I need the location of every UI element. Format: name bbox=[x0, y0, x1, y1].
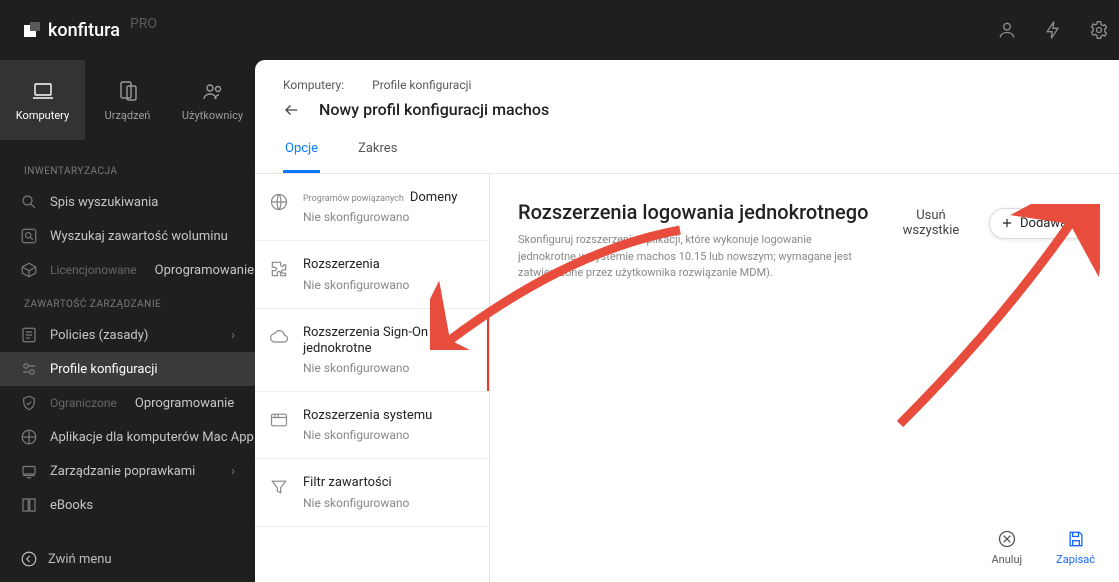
sidebar-item-label: Wyszukaj zawartość woluminu bbox=[50, 229, 228, 244]
puzzle-icon bbox=[269, 259, 289, 279]
rail-tab-users[interactable]: Użytkownicy bbox=[170, 60, 255, 140]
sidebar-section-groups: GROUPS bbox=[0, 522, 255, 536]
breadcrumb-item: Komputery: bbox=[283, 78, 344, 92]
patch-icon bbox=[20, 462, 38, 480]
rail-tab-devices[interactable]: Urządzeń bbox=[85, 60, 170, 140]
save-button[interactable]: Zapisać bbox=[1056, 529, 1095, 566]
laptop-icon bbox=[31, 79, 55, 103]
package-icon bbox=[20, 261, 38, 279]
user-icon[interactable] bbox=[997, 20, 1017, 40]
plus-icon bbox=[1000, 216, 1014, 230]
sidebar-item-label: Oprogramowanie bbox=[135, 396, 234, 411]
sidebar-section-inventory: INWENTARYZACJA bbox=[0, 154, 255, 185]
chevron-right-icon: › bbox=[231, 328, 235, 343]
sidebar-item-prefix: Ograniczone bbox=[50, 396, 117, 410]
tab-options[interactable]: Opcje bbox=[283, 131, 320, 173]
sidebar-item-search-inventory[interactable]: Spis wyszukiwania bbox=[0, 185, 255, 219]
page-title: Nowy profil konfiguracji machos bbox=[319, 100, 549, 119]
save-icon bbox=[1066, 529, 1086, 549]
option-system-extensions[interactable]: Rozszerzenia systemu Nie skonfigurowano bbox=[255, 392, 489, 459]
config-icon bbox=[20, 360, 38, 378]
remove-all-button[interactable]: Usuń wszystkie bbox=[881, 200, 981, 246]
sidebar-item-volume-search[interactable]: Wyszukaj zawartość woluminu bbox=[0, 219, 255, 253]
content-title: Rozszerzenia logowania jednokrotnego bbox=[518, 200, 869, 224]
sidebar-item-licensed-software[interactable]: Licencjonowane Oprogramowanie bbox=[0, 253, 255, 287]
brand-suffix: PRO bbox=[130, 16, 157, 32]
sidebar-collapse-label: Zwiń menu bbox=[48, 552, 112, 567]
cloud-icon bbox=[269, 327, 289, 347]
appstore-icon bbox=[20, 428, 38, 446]
globe-icon bbox=[269, 192, 289, 212]
search-adv-icon bbox=[20, 227, 38, 245]
option-sso-extensions[interactable]: Rozszerzenia Sign-On jednokrotne Nie sko… bbox=[255, 309, 489, 393]
add-button[interactable]: Dodawać bbox=[989, 208, 1091, 239]
sidebar-item-label: Oprogramowanie bbox=[155, 263, 254, 278]
system-icon bbox=[269, 410, 289, 430]
brand-name: konfitura bbox=[48, 20, 120, 41]
option-extensions[interactable]: Rozszerzenia Nie skonfigurowano bbox=[255, 241, 489, 308]
cancel-icon bbox=[997, 529, 1017, 549]
collapse-icon bbox=[20, 550, 38, 568]
funnel-icon bbox=[269, 477, 289, 497]
sidebar-item-ebooks[interactable]: eBooks bbox=[0, 488, 255, 522]
sidebar-item-label: Spis wyszukiwania bbox=[50, 195, 158, 210]
sidebar-item-label: eBooks bbox=[50, 498, 93, 513]
cancel-button[interactable]: Anuluj bbox=[991, 529, 1022, 566]
option-content-filter[interactable]: Filtr zawartości Nie skonfigurowano bbox=[255, 459, 489, 526]
sidebar-item-policies[interactable]: Policies (zasady) › bbox=[0, 318, 255, 352]
policies-icon bbox=[20, 326, 38, 344]
breadcrumb-item: Profile konfiguracji bbox=[372, 78, 471, 92]
rail-tab-label: Urządzeń bbox=[105, 109, 151, 122]
rail-tab-label: Komputery bbox=[16, 109, 69, 122]
back-icon[interactable] bbox=[283, 101, 301, 119]
flash-icon[interactable] bbox=[1043, 20, 1063, 40]
sidebar-item-label: Policies (zasady) bbox=[50, 328, 148, 343]
sidebar-item-config-profiles[interactable]: Profile konfiguracji bbox=[0, 352, 255, 386]
tab-scope[interactable]: Zakres bbox=[356, 131, 399, 173]
sidebar-section-content-mgmt: ZAWARTOŚĆ ZARZĄDZANIE bbox=[0, 287, 255, 318]
sidebar-item-label: Aplikacje dla komputerów Mac App Sto bbox=[50, 430, 255, 445]
sidebar-collapse[interactable]: Zwiń menu bbox=[0, 536, 255, 582]
devices-icon bbox=[116, 79, 140, 103]
sidebar-item-restricted-software[interactable]: Ograniczone Oprogramowanie bbox=[0, 386, 255, 420]
option-associated-domains[interactable]: Programów powiązanychDomeny Nie skonfigu… bbox=[255, 174, 489, 241]
search-icon bbox=[20, 193, 38, 211]
sidebar-item-label: Zarządzanie poprawkami bbox=[50, 464, 195, 479]
users-icon bbox=[201, 79, 225, 103]
rail-tab-computers[interactable]: Komputery bbox=[0, 60, 85, 140]
content-description: Skonfiguruj rozszerzenie aplikacji, któr… bbox=[518, 232, 869, 282]
book-icon bbox=[20, 496, 38, 514]
brand-logo-icon bbox=[24, 22, 40, 38]
rail-tab-label: Użytkownicy bbox=[182, 109, 243, 122]
gear-icon[interactable] bbox=[1089, 20, 1109, 40]
sidebar-item-patch-mgmt[interactable]: Zarządzanie poprawkami › bbox=[0, 454, 255, 488]
sidebar-item-prefix: Licencjonowane bbox=[50, 263, 137, 277]
sidebar-item-mac-app-store[interactable]: Aplikacje dla komputerów Mac App Sto bbox=[0, 420, 255, 454]
breadcrumb: Komputery: Profile konfiguracji bbox=[283, 78, 1091, 92]
sidebar-item-label: Profile konfiguracji bbox=[50, 362, 158, 377]
chevron-right-icon: › bbox=[231, 464, 235, 479]
shield-icon bbox=[20, 394, 38, 412]
